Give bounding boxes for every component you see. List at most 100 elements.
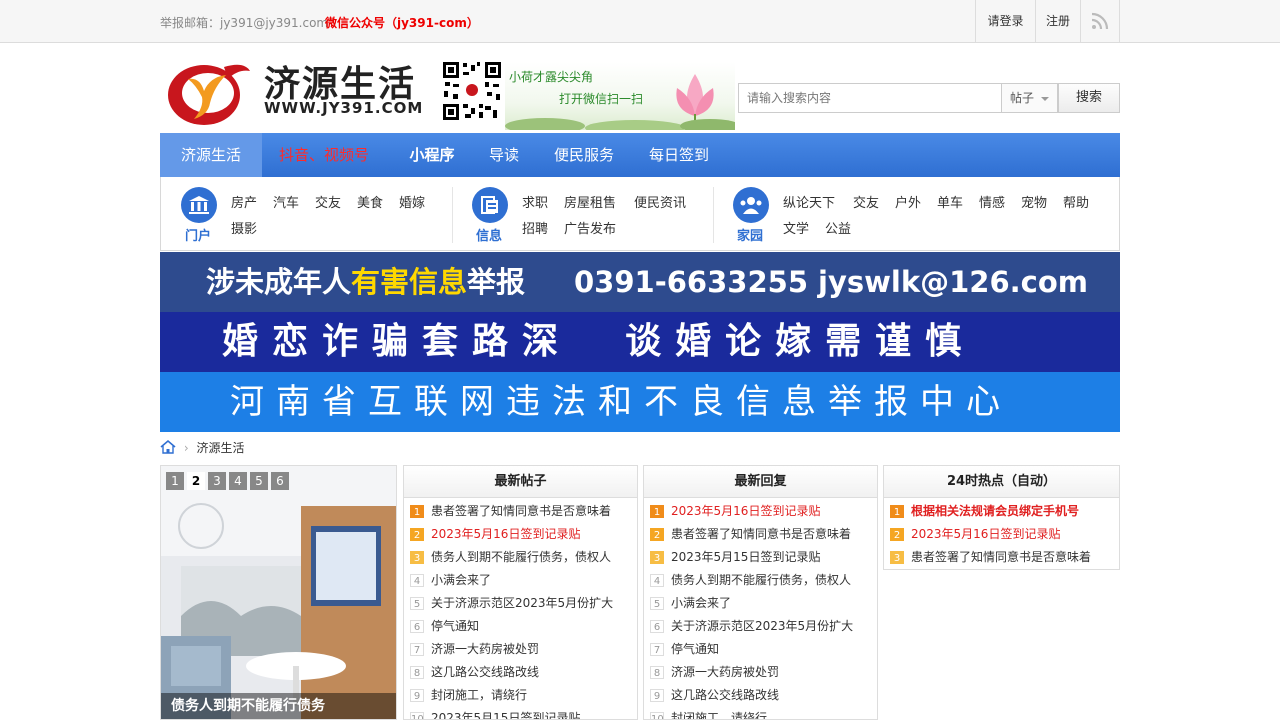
list-item[interactable]: 2 2023年5月16日签到记录贴 [890, 523, 1119, 546]
sub-link[interactable]: 交友 [853, 192, 879, 211]
nav-item-guide[interactable]: 导读 [472, 133, 536, 177]
rank-badge: 10 [650, 712, 664, 719]
list-item[interactable]: 6 停气通知 [410, 615, 637, 638]
slider-page[interactable]: 4 [229, 472, 247, 490]
list-item-title[interactable]: 患者签署了知情同意书是否意味着 [431, 500, 611, 523]
list-item[interactable]: 1 患者签署了知情同意书是否意味着 [410, 500, 637, 523]
sub-link[interactable]: 单车 [937, 192, 963, 211]
community-icon[interactable] [733, 187, 769, 223]
site-logo[interactable]: 济源生活 WWW.JY391.COM [160, 55, 430, 127]
list-item[interactable]: 10 封闭施工，请绕行 [650, 707, 877, 719]
list-item-title[interactable]: 封闭施工，请绕行 [671, 707, 767, 719]
list-item[interactable]: 3 患者签署了知情同意书是否意味着 [890, 546, 1119, 569]
list-item[interactable]: 9 这几路公交线路改线 [650, 684, 877, 707]
sub-link[interactable]: 广告发布 [564, 218, 616, 237]
slider-page[interactable]: 1 [166, 472, 184, 490]
slider-caption[interactable]: 债务人到期不能履行债务 [161, 693, 396, 719]
sub-link[interactable]: 交友 [315, 192, 341, 211]
search-button[interactable]: 搜索 [1058, 83, 1120, 113]
sub-link[interactable]: 婚嫁 [399, 192, 425, 211]
sub-link[interactable]: 文学 [783, 218, 809, 237]
report-banner[interactable]: 涉未成年人有害信息举报 0391-6633255 jyswlk@126.com … [160, 252, 1120, 432]
list-item[interactable]: 10 2023年5月15日签到记录贴 [410, 707, 637, 719]
list-item[interactable]: 4 债务人到期不能履行债务，债权人 [650, 569, 877, 592]
list-item[interactable]: 5 关于济源示范区2023年5月份扩大 [410, 592, 637, 615]
sub-link[interactable]: 求职 [522, 192, 548, 211]
slider-page-active[interactable]: 2 [187, 472, 205, 490]
search-input[interactable]: 请输入搜索内容 [738, 83, 1002, 113]
list-item[interactable]: 8 济源一大药房被处罚 [650, 661, 877, 684]
search-type-select[interactable]: 帖子 [1001, 83, 1058, 113]
rss-icon[interactable] [1080, 0, 1120, 42]
sub-link[interactable]: 公益 [825, 218, 851, 237]
sub-link[interactable]: 房产 [231, 192, 257, 211]
sub-link[interactable]: 招聘 [522, 218, 548, 237]
list-item[interactable]: 7 济源一大药房被处罚 [410, 638, 637, 661]
list-item-title[interactable]: 关于济源示范区2023年5月份扩大 [671, 615, 853, 638]
sub-link[interactable]: 汽车 [273, 192, 299, 211]
list-item-title[interactable]: 债务人到期不能履行债务，债权人 [671, 569, 851, 592]
list-item-title[interactable]: 这几路公交线路改线 [431, 661, 539, 684]
group-label-community[interactable]: 家园 [737, 225, 763, 244]
list-item[interactable]: 2 2023年5月16日签到记录贴 [410, 523, 637, 546]
login-link[interactable]: 请登录 [975, 0, 1035, 42]
sub-link[interactable]: 纵论天下 [783, 192, 835, 211]
image-slider[interactable]: 1 2 3 4 5 6 债务人到期不能履行债务 [160, 465, 397, 720]
list-item-title[interactable]: 2023年5月15日签到记录贴 [431, 707, 580, 719]
slider-page[interactable]: 3 [208, 472, 226, 490]
list-item[interactable]: 9 封闭施工，请绕行 [410, 684, 637, 707]
home-icon[interactable] [160, 439, 176, 455]
nav-item-services[interactable]: 便民服务 [536, 133, 632, 177]
list-item-title[interactable]: 关于济源示范区2023年5月份扩大 [431, 592, 613, 615]
list-item-title[interactable]: 济源一大药房被处罚 [671, 661, 779, 684]
list-item[interactable]: 1 根据相关法规请会员绑定手机号 [890, 500, 1119, 523]
nav-item-video[interactable]: 抖音、视频号 [262, 133, 386, 177]
list-item-title[interactable]: 停气通知 [431, 615, 479, 638]
sub-link[interactable]: 帮助 [1063, 192, 1089, 211]
sub-link[interactable]: 便民资讯 [634, 192, 686, 211]
breadcrumb-current[interactable]: 济源生活 [196, 441, 244, 455]
list-item-title[interactable]: 停气通知 [671, 638, 719, 661]
list-item[interactable]: 8 这几路公交线路改线 [410, 661, 637, 684]
list-item[interactable]: 3 债务人到期不能履行债务，债权人 [410, 546, 637, 569]
list-item-title[interactable]: 这几路公交线路改线 [671, 684, 779, 707]
list-item[interactable]: 2 患者签署了知情同意书是否意味着 [650, 523, 877, 546]
list-item[interactable]: 4 小满会来了 [410, 569, 637, 592]
group-label-portal[interactable]: 门户 [185, 225, 211, 244]
nav-item-checkin[interactable]: 每日签到 [632, 133, 726, 177]
list-item-title[interactable]: 患者签署了知情同意书是否意味着 [911, 546, 1091, 569]
portal-icon[interactable] [181, 187, 217, 223]
nav-item-home[interactable]: 济源生活 [160, 133, 262, 177]
register-link[interactable]: 注册 [1035, 0, 1080, 42]
search-bar: 请输入搜索内容 帖子 搜索 [738, 83, 1120, 113]
list-item-title[interactable]: 2023年5月16日签到记录贴 [671, 500, 820, 523]
list-item-title[interactable]: 小满会来了 [671, 592, 731, 615]
list-item[interactable]: 6 关于济源示范区2023年5月份扩大 [650, 615, 877, 638]
list-item[interactable]: 5 小满会来了 [650, 592, 877, 615]
list-item-title[interactable]: 封闭施工，请绕行 [431, 684, 527, 707]
group-label-info[interactable]: 信息 [476, 225, 502, 244]
sub-link[interactable]: 房屋租售 [564, 192, 616, 211]
list-item-title[interactable]: 债务人到期不能履行债务，债权人 [431, 546, 611, 569]
list-item-title[interactable]: 根据相关法规请会员绑定手机号 [911, 500, 1079, 523]
list-item-title[interactable]: 济源一大药房被处罚 [431, 638, 539, 661]
list-item-title[interactable]: 2023年5月16日签到记录贴 [911, 523, 1060, 546]
rank-badge: 4 [410, 574, 424, 587]
list-item-title[interactable]: 患者签署了知情同意书是否意味着 [671, 523, 851, 546]
sub-link[interactable]: 美食 [357, 192, 383, 211]
list-item-title[interactable]: 小满会来了 [431, 569, 491, 592]
main-nav: 济源生活 抖音、视频号 小程序 导读 便民服务 每日签到 [160, 133, 1120, 177]
list-item[interactable]: 1 2023年5月16日签到记录贴 [650, 500, 877, 523]
list-item-title[interactable]: 2023年5月15日签到记录贴 [671, 546, 820, 569]
sub-link[interactable]: 情感 [979, 192, 1005, 211]
sub-link[interactable]: 宠物 [1021, 192, 1047, 211]
list-item[interactable]: 7 停气通知 [650, 638, 877, 661]
sub-link[interactable]: 摄影 [231, 218, 257, 237]
list-item[interactable]: 3 2023年5月15日签到记录贴 [650, 546, 877, 569]
list-item-title[interactable]: 2023年5月16日签到记录贴 [431, 523, 580, 546]
slider-page[interactable]: 5 [250, 472, 268, 490]
nav-item-miniapp[interactable]: 小程序 [392, 133, 472, 177]
info-icon[interactable] [472, 187, 508, 223]
sub-link[interactable]: 户外 [895, 192, 921, 211]
slider-page[interactable]: 6 [271, 472, 289, 490]
